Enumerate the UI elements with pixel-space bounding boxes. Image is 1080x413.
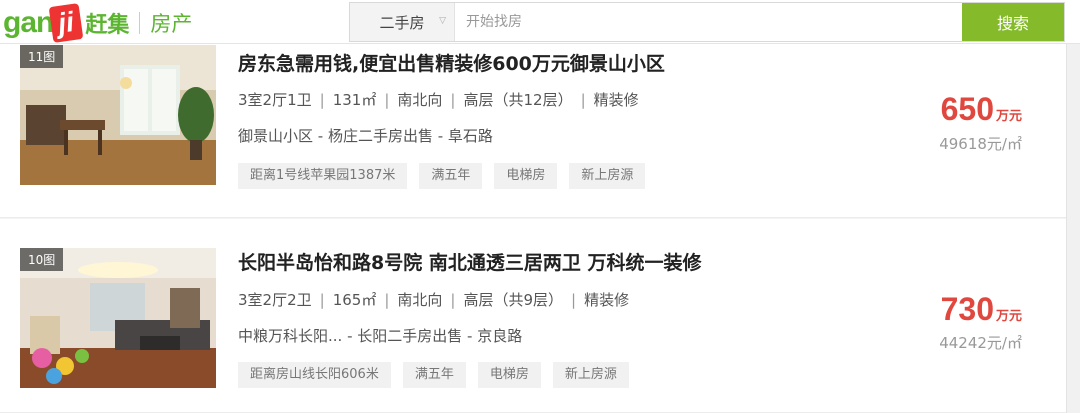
logo-ji-badge: ji xyxy=(48,3,84,43)
price-value: 650 xyxy=(940,91,994,127)
layout: 3室2厅2卫 xyxy=(238,291,312,309)
search-input[interactable] xyxy=(455,3,962,41)
listing-title[interactable]: 房东急需用钱,便宜出售精装修600万元御景山小区 xyxy=(238,49,665,76)
logo-latin-text: gan xyxy=(3,6,54,39)
search-category-select[interactable]: 二手房 ▽ xyxy=(350,3,455,41)
orientation: 南北向 xyxy=(397,291,443,309)
listing-address[interactable]: 中粮万科长阳... - 长阳二手房出售 - 京良路 xyxy=(238,325,522,346)
floor: 高层（共12层） xyxy=(463,91,573,109)
tag-elevator: 电梯房 xyxy=(494,163,558,189)
logo-chinese-text: 赶集 xyxy=(85,13,130,38)
search-category-label: 二手房 xyxy=(379,13,425,32)
tag-five-years: 满五年 xyxy=(402,362,466,388)
listing-tags: 距离房山线长阳606米 满五年 电梯房 新上房源 xyxy=(238,362,641,388)
listing-tags: 距离1号线苹果园1387米 满五年 电梯房 新上房源 xyxy=(238,163,657,189)
photo-count-badge: 11图 xyxy=(20,45,64,68)
floor: 高层（共9层） xyxy=(463,291,564,309)
price-unit: 万元 xyxy=(995,109,1022,124)
decoration: 精装修 xyxy=(584,291,630,309)
total-price: 650 万元 xyxy=(941,91,1022,128)
price-value: 730 xyxy=(940,291,994,327)
area: 165㎡ xyxy=(332,291,377,309)
decoration: 精装修 xyxy=(593,91,639,109)
listing-address[interactable]: 御景山小区 - 杨庄二手房出售 - 阜石路 xyxy=(238,125,493,146)
chevron-down-icon: ▽ xyxy=(439,16,446,26)
unit-price: 44242元/㎡ xyxy=(939,334,1022,352)
photo-count-badge: 10图 xyxy=(20,248,64,271)
tag-subway-distance: 距离1号线苹果园1387米 xyxy=(238,163,408,189)
logo-divider xyxy=(139,12,141,34)
page-scrollbar[interactable] xyxy=(1066,44,1080,413)
listing-photo[interactable]: 11图 xyxy=(20,45,216,185)
listing-title[interactable]: 长阳半岛怡和路8号院 南北通透三居两卫 万科统一装修 xyxy=(238,248,701,275)
tag-five-years: 满五年 xyxy=(419,163,483,189)
orientation: 南北向 xyxy=(397,91,443,109)
ganji-logo[interactable]: gan ji 赶集 房产 xyxy=(3,3,192,43)
total-price: 730 万元 xyxy=(941,291,1022,328)
channel-name[interactable]: 房产 xyxy=(150,8,192,38)
area: 131㎡ xyxy=(332,91,377,109)
tag-subway-distance: 距离房山线长阳606米 xyxy=(238,362,391,388)
site-header: gan ji 赶集 房产 二手房 ▽ 搜索 xyxy=(0,0,1080,44)
search-button[interactable]: 搜索 xyxy=(962,3,1064,41)
tag-new-listing: 新上房源 xyxy=(569,163,646,189)
listing-attributes: 3室2厅2卫 | 165㎡ | 南北向 | 高层（共9层） | 精装修 xyxy=(238,291,630,309)
search-bar: 二手房 ▽ 搜索 xyxy=(349,2,1065,42)
listing-item[interactable]: 10图 长阳半岛怡和路8号院 南北通透三居两卫 万科统一装修 3室2厅2卫 | 16… xyxy=(0,219,1066,413)
price-unit: 万元 xyxy=(995,309,1022,324)
layout: 3室2厅1卫 xyxy=(238,91,312,109)
listing-attributes: 3室2厅1卫 | 131㎡ | 南北向 | 高层（共12层） | 精装修 xyxy=(238,91,639,109)
tag-new-listing: 新上房源 xyxy=(552,362,629,388)
tag-elevator: 电梯房 xyxy=(477,362,541,388)
listing-photo[interactable]: 10图 xyxy=(20,248,216,388)
unit-price: 49618元/㎡ xyxy=(939,135,1022,153)
